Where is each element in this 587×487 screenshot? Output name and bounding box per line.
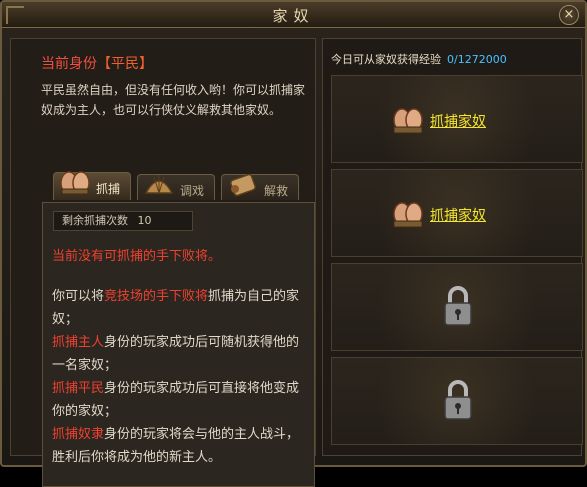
hands-icon <box>60 171 90 195</box>
identity-line: 当前身份【平民】 <box>41 53 153 73</box>
tab-capture[interactable]: 抓捕 <box>53 171 131 200</box>
explain-highlight: 抓捕主人 <box>52 335 105 350</box>
slave-slot[interactable]: 抓捕家奴 <box>331 169 583 257</box>
locked-slot <box>331 263 583 351</box>
lock-icon <box>444 286 472 326</box>
remaining-label: 剩余抓捕次数 <box>62 214 128 227</box>
slave-window: 家奴 × 当前身份【平民】 平民虽然自由，但没有任何收入哟！你可以抓捕家奴成为主… <box>0 0 587 487</box>
explain-highlight: 抓捕平民 <box>52 381 105 396</box>
exp-label: 今日可从家奴获得经验 <box>331 53 441 66</box>
tab-bar: 抓捕 调戏 解救 <box>53 171 313 202</box>
tab-label: 抓捕 <box>95 182 120 196</box>
capture-action[interactable]: 抓捕家奴 <box>390 104 486 138</box>
tab-label: 调戏 <box>179 184 204 198</box>
explain-highlight: 抓捕奴隶 <box>52 427 105 442</box>
capture-slave-link[interactable]: 抓捕家奴 <box>430 205 486 225</box>
identity-value: 【平民】 <box>97 56 153 72</box>
capture-slave-link[interactable]: 抓捕家奴 <box>430 111 486 131</box>
no-captive-message: 当前没有可抓捕的手下败将。 <box>52 249 222 264</box>
hands-icon <box>393 108 423 134</box>
title-bar: 家奴 × <box>2 2 585 28</box>
hands-icon <box>393 202 423 228</box>
explain-highlight: 竞技场的手下败将 <box>104 289 209 304</box>
capture-content: 剩余抓捕次数 10 当前没有可抓捕的手下败将。 你可以将竞技场的手下败将抓捕为自… <box>42 202 315 487</box>
lock-icon <box>444 380 472 420</box>
close-button[interactable]: × <box>559 5 579 25</box>
explain-text: 你可以将 <box>52 289 105 304</box>
window-title: 家奴 <box>272 7 315 25</box>
scroll-icon <box>230 173 256 197</box>
identity-description: 平民虽然自由，但没有任何收入哟！你可以抓捕家奴成为主人，也可以行侠仗义解救其他家… <box>41 83 306 117</box>
tab-label: 解救 <box>263 184 288 198</box>
capture-explanation: 你可以将竞技场的手下败将抓捕为自己的家奴； 抓捕主人身份的玩家成功后可随机获得他… <box>52 285 312 469</box>
tab-tease[interactable]: 调戏 <box>137 174 215 200</box>
remaining-count: 剩余抓捕次数 10 <box>53 211 193 231</box>
fan-icon <box>144 175 174 194</box>
close-icon: × <box>563 7 575 22</box>
locked-slot <box>331 357 583 445</box>
left-panel: 当前身份【平民】 平民虽然自由，但没有任何收入哟！你可以抓捕家奴成为主人，也可以… <box>10 38 316 487</box>
exp-line: 今日可从家奴获得经验 0/1272000 <box>331 51 507 67</box>
remaining-value: 10 <box>137 214 152 227</box>
capture-action[interactable]: 抓捕家奴 <box>390 198 486 232</box>
right-panel: 今日可从家奴获得经验 0/1272000 抓捕家奴 抓捕家奴 <box>322 38 583 456</box>
slave-slot[interactable]: 抓捕家奴 <box>331 75 583 163</box>
exp-value: 0/1272000 <box>447 53 507 66</box>
tab-rescue[interactable]: 解救 <box>221 173 299 200</box>
identity-prefix: 当前身份 <box>41 56 97 72</box>
